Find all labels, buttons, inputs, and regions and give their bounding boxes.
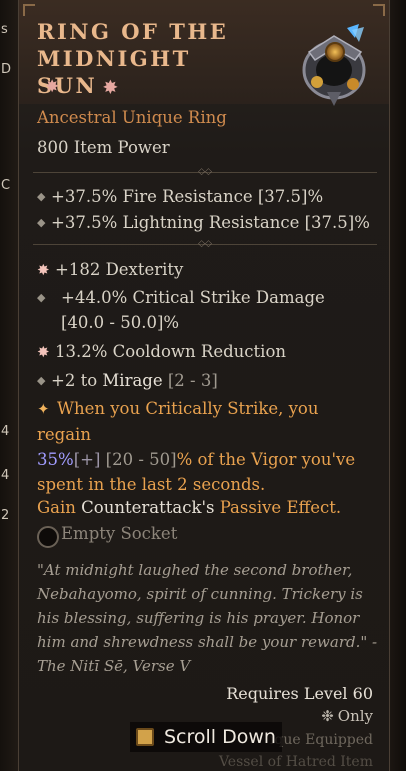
flavor-text: "At midnight laughed the second brother,… [37, 561, 378, 675]
implicit-fire-resistance: ◆ +37.5% Fire Resistance [37.5]% [37, 184, 377, 209]
corner-ornament [23, 4, 35, 16]
unique-power-icon: ✦ [37, 400, 50, 418]
divider-ornament-icon: ◇◇ [198, 167, 212, 177]
expansion-note: Vessel of Hatred Item [218, 754, 373, 770]
unique-star-icon: ✸ [103, 78, 120, 98]
background-right [388, 0, 406, 771]
item-type: Ancestral Unique Ring [37, 108, 227, 127]
implicit-lightning-resistance: ◆ +37.5% Lightning Resistance [37.5]% [37, 210, 377, 235]
edge-text: 4 [1, 468, 10, 483]
edge-text: 2 [1, 508, 10, 523]
divider-ornament-icon: ◇◇ [198, 239, 212, 249]
level-requirement: Requires Level 60 [226, 684, 373, 703]
unique-equipped-note: ique Equipped [269, 732, 373, 748]
class-icon: ❉ [321, 707, 334, 725]
diamond-bullet-icon: ◆ [37, 190, 46, 203]
corner-ornament [373, 4, 385, 16]
scroll-key-icon [136, 728, 154, 746]
socket-label: Empty Socket [61, 524, 178, 543]
ring-item-icon [302, 24, 366, 106]
unique-power: ✦ When you Critically Strike, you regain … [37, 399, 356, 494]
edge-text: C [1, 178, 11, 193]
item-tooltip: RING OF THE MIDNIGHT SUN ✸ ✸ Ancestral Un… [18, 0, 390, 771]
scroll-down-label: Scroll Down [164, 726, 276, 748]
scroll-down-prompt[interactable]: Scroll Down [130, 722, 282, 752]
item-name-text: RING OF THE MIDNIGHT SUN [37, 19, 229, 98]
diamond-bullet-icon: ◆ [37, 216, 46, 229]
affix-cooldown: ✸ 13.2% Cooldown Reduction [37, 339, 377, 365]
edge-text: 4 [1, 424, 10, 439]
affix-dexterity: ✸ +182 Dexterity [37, 257, 377, 283]
edge-text: s [1, 22, 8, 37]
item-name: RING OF THE MIDNIGHT SUN ✸ [37, 18, 247, 102]
class-restriction: ❉ Only [321, 707, 373, 725]
unique-star-icon: ✸ [45, 77, 60, 97]
greater-affix-star-icon: ✸ [37, 343, 50, 361]
empty-socket-icon [37, 526, 59, 548]
item-power: 800 Item Power [37, 138, 170, 157]
diamond-bullet-icon: ◆ [37, 374, 46, 387]
edge-text: D [1, 62, 12, 77]
unique-power-gain: Gain Counterattack's Passive Effect. [37, 498, 342, 517]
background-left: s D C 4 4 2 [0, 0, 18, 771]
affix-mirage: ◆ +2 to Mirage [2 - 3] [37, 368, 377, 393]
diamond-bullet-icon: ◆ [37, 291, 46, 304]
affix-crit-damage: ◆ +44.0% Critical Strike Damage [40.0 - … [37, 285, 377, 335]
greater-affix-star-icon: ✸ [37, 261, 50, 279]
